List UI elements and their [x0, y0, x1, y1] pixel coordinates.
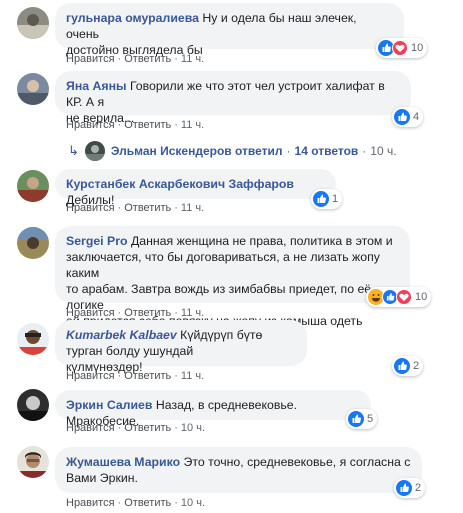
love-icon: [392, 40, 408, 56]
like-icon: [348, 411, 364, 427]
comment-bubble: Kumarbek Kalbaev Күйдүрүп бүтө турган бо…: [55, 320, 307, 374]
like-icon: [313, 191, 329, 207]
reaction-summary[interactable]: 5: [346, 409, 378, 429]
comment-actions: Нравится · Ответить · 11 ч.: [66, 53, 205, 65]
reaction-count: 5: [367, 413, 374, 425]
reply-link[interactable]: Ответить: [124, 307, 171, 319]
reply-arrow-icon: ↳: [68, 143, 79, 158]
like-icon: [394, 358, 410, 374]
timestamp[interactable]: 11 ч.: [181, 202, 204, 214]
like-link[interactable]: Нравится: [66, 422, 115, 434]
comment-actions: Нравится · Ответить · 11 ч.: [66, 370, 205, 382]
like-icon: [396, 480, 412, 496]
reaction-summary[interactable]: 1: [311, 189, 343, 209]
reply-link[interactable]: Ответить: [124, 497, 171, 509]
comment-author[interactable]: Sergei Pro: [66, 234, 128, 248]
avatar[interactable]: [17, 227, 49, 259]
reaction-count: 2: [415, 482, 422, 494]
reaction-summary[interactable]: 2: [392, 356, 424, 376]
reaction-count: 2: [413, 360, 420, 372]
comment-text: Это точно, средневековье, я согласна с: [183, 455, 411, 469]
comment-text: заключается, что бы договариваться, а не…: [66, 250, 380, 280]
like-link[interactable]: Нравится: [66, 202, 115, 214]
love-icon: [396, 289, 412, 305]
reaction-count: 1: [332, 193, 339, 205]
timestamp[interactable]: 11 ч.: [181, 370, 204, 382]
comment-text: Данная женщина не права, политика в этом…: [130, 234, 393, 248]
replier-name[interactable]: Эльман Искендеров ответил: [111, 143, 283, 159]
reaction-summary[interactable]: 2: [394, 478, 426, 498]
timestamp[interactable]: 11 ч.: [181, 307, 204, 319]
avatar[interactable]: [17, 7, 49, 39]
comment-actions: Нравится · Ответить · 10 ч.: [66, 497, 206, 509]
comment-author[interactable]: гульнара омуралиева: [66, 11, 199, 25]
like-link[interactable]: Нравится: [66, 53, 115, 65]
avatar[interactable]: [17, 323, 49, 355]
like-icon: [394, 109, 410, 125]
timestamp[interactable]: 11 ч.: [181, 53, 204, 65]
reply-link[interactable]: Ответить: [124, 119, 171, 131]
comment-author[interactable]: Жумашева Марико: [66, 455, 180, 469]
comment-bubble: Sergei Pro Данная женщина не права, поли…: [55, 226, 410, 328]
reaction-summary[interactable]: 10: [376, 38, 428, 58]
reaction-summary[interactable]: 10: [366, 287, 432, 307]
comment-author[interactable]: Курстанбек Аскарбекович Заффаров: [66, 177, 294, 191]
like-link[interactable]: Нравится: [66, 497, 115, 509]
comment-actions: Нравится · Ответить · 10 ч.: [66, 422, 206, 434]
comment-text: Вами Эркин.: [66, 471, 138, 485]
comment-author[interactable]: Яна Аяны: [66, 79, 127, 93]
replies-count[interactable]: 14 ответов: [295, 143, 359, 159]
reply-link[interactable]: Ответить: [124, 202, 171, 214]
reaction-count: 4: [413, 111, 420, 123]
reply-link[interactable]: Ответить: [124, 422, 171, 434]
comment-author[interactable]: Kumarbek Kalbaev: [66, 328, 177, 342]
replies-time: 10 ч.: [370, 144, 397, 158]
replier-avatar: [84, 141, 105, 161]
like-link[interactable]: Нравится: [66, 370, 115, 382]
reaction-count: 10: [415, 291, 428, 303]
comment-author[interactable]: Эркин Салиев: [66, 398, 152, 412]
comment-actions: Нравится · Ответить · 11 ч.: [66, 119, 205, 131]
avatar[interactable]: [17, 446, 49, 478]
reply-link[interactable]: Ответить: [124, 370, 171, 382]
comment-bubble: Жумашева Марико Это точно, средневековье…: [55, 447, 422, 493]
comment-actions: Нравится · Ответить · 11 ч.: [66, 307, 205, 319]
avatar[interactable]: [17, 73, 49, 105]
like-link[interactable]: Нравится: [66, 307, 115, 319]
comment-bubble: Курстанбек Аскарбекович Заффаров Дебилы!: [55, 169, 336, 207]
avatar[interactable]: [17, 389, 49, 421]
reaction-summary[interactable]: 4: [392, 107, 424, 127]
comment-actions: Нравится · Ответить · 11 ч.: [66, 202, 205, 214]
comment-bubble: гульнара омуралиева Ну и одела бы наш эл…: [55, 3, 404, 57]
timestamp[interactable]: 11 ч.: [181, 119, 204, 131]
avatar[interactable]: [17, 170, 49, 202]
comment-bubble: Эркин Салиев Назад, в средневековье. Мра…: [55, 390, 371, 428]
timestamp[interactable]: 10 ч.: [181, 497, 205, 509]
timestamp[interactable]: 10 ч.: [181, 422, 205, 434]
like-link[interactable]: Нравится: [66, 119, 115, 131]
reaction-count: 10: [411, 42, 424, 54]
reply-link[interactable]: Ответить: [124, 53, 171, 65]
comment-bubble: Яна Аяны Говорили же что этот чел устрои…: [55, 71, 411, 125]
replies-summary[interactable]: ↳ Эльман Искендеров ответил · 14 ответов…: [68, 141, 397, 161]
